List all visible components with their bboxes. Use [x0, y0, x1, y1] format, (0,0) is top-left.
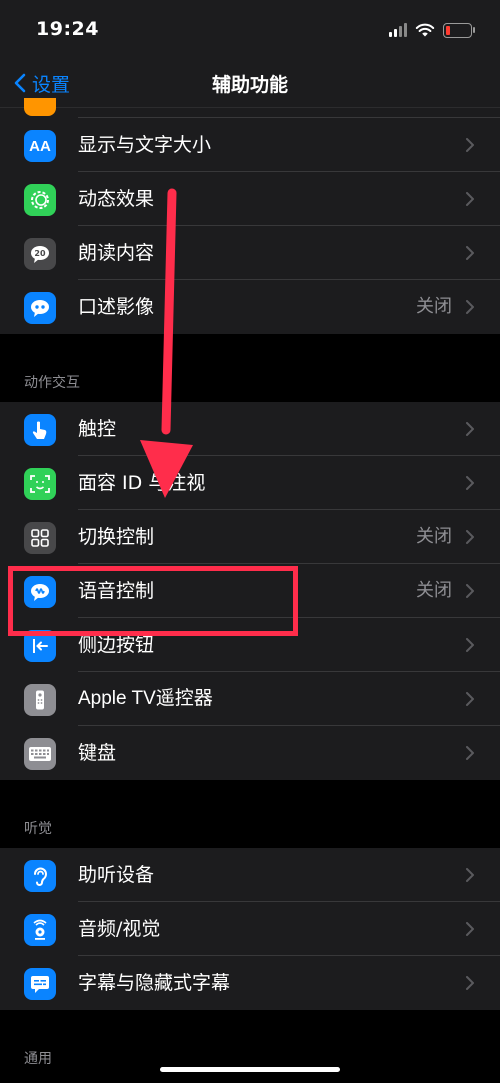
chevron-right-icon — [466, 868, 474, 882]
cellular-signal-icon — [389, 23, 407, 37]
wifi-icon — [415, 23, 435, 36]
list-item-label: Apple TV遥控器 — [78, 688, 213, 709]
list-item-partial — [0, 98, 500, 118]
ear-icon — [24, 860, 56, 892]
chevron-right-icon — [466, 922, 474, 936]
list-item-label: 切换控制 — [78, 526, 155, 548]
chevron-right-icon — [466, 746, 474, 760]
chevron-right-icon — [466, 300, 474, 314]
keyboard-icon — [24, 738, 56, 770]
status-icons — [389, 20, 475, 40]
list-item-label: 动态效果 — [78, 188, 155, 210]
navigation-bar: 设置 辅助功能 — [0, 60, 500, 108]
chevron-right-icon — [466, 584, 474, 598]
section-header-label: 动作交互 — [24, 375, 80, 391]
list-item-value: 关闭 — [416, 580, 452, 601]
page-title: 辅助功能 — [211, 74, 288, 96]
list-item-spoken-content[interactable]: 20 朗读内容 — [0, 226, 500, 280]
list-item-face-id[interactable]: 面容 ID 与注视 — [0, 456, 500, 510]
chevron-right-icon — [466, 976, 474, 990]
status-time: 19:24 — [36, 18, 99, 40]
list-item-audio-descriptions[interactable]: 口述影像 关闭 — [0, 280, 500, 334]
list-item-label: 助听设备 — [78, 864, 155, 886]
list-item-hearing-devices[interactable]: 助听设备 — [0, 848, 500, 902]
list-item-display-text-size[interactable]: AA 显示与文字大小 — [0, 118, 500, 172]
speaker-icon — [24, 914, 56, 946]
list-item-touch[interactable]: 触控 — [0, 402, 500, 456]
list-item-label: 面容 ID 与注视 — [78, 472, 206, 494]
list-item-label: 口述影像 — [78, 296, 155, 318]
list-item-label: 键盘 — [78, 742, 117, 764]
chevron-right-icon — [466, 638, 474, 652]
list-item-apple-tv-remote[interactable]: Apple TV遥控器 — [0, 672, 500, 726]
partial-icon — [24, 98, 56, 116]
section-header-hearing: 听觉 — [0, 780, 500, 848]
chevron-right-icon — [466, 246, 474, 260]
list-item-value: 关闭 — [416, 296, 452, 317]
motion-circle-icon — [24, 184, 56, 216]
battery-icon — [443, 22, 475, 38]
list-item-motion[interactable]: 动态效果 — [0, 172, 500, 226]
list-item-keyboard[interactable]: 键盘 — [0, 726, 500, 780]
list-item-value: 关闭 — [416, 526, 452, 547]
speech-bubble-icon: 20 — [24, 238, 56, 270]
quote-bubble-icon — [24, 292, 56, 324]
annotation-highlight-box — [8, 566, 298, 636]
vision-group: AA 显示与文字大小 动态效果 20 朗读内容 口述影像 关闭 — [0, 98, 500, 334]
remote-icon — [24, 684, 56, 716]
grid-icon — [24, 522, 56, 554]
home-indicator[interactable] — [160, 1067, 340, 1072]
chevron-right-icon — [466, 192, 474, 206]
list-item-label: 音频/视觉 — [78, 918, 161, 940]
list-item-subtitles[interactable]: 字幕与隐藏式字幕 — [0, 956, 500, 1010]
section-header-label: 通用 — [24, 1051, 52, 1067]
chevron-right-icon — [466, 692, 474, 706]
aa-text-icon: AA — [24, 130, 56, 162]
chevron-right-icon — [466, 422, 474, 436]
chevron-right-icon — [466, 138, 474, 152]
list-item-switch-control[interactable]: 切换控制 关闭 — [0, 510, 500, 564]
face-id-icon — [24, 468, 56, 500]
status-bar: 19:24 — [0, 0, 500, 60]
hearing-group: 助听设备 音频/视觉 字幕与隐藏式字幕 — [0, 848, 500, 1010]
list-item-label: 显示与文字大小 — [78, 134, 212, 156]
captions-icon — [24, 968, 56, 1000]
chevron-right-icon — [466, 530, 474, 544]
section-header-label: 听觉 — [24, 821, 52, 837]
list-item-label: 触控 — [78, 418, 117, 440]
svg-text:20: 20 — [34, 249, 46, 258]
list-item-label: 字幕与隐藏式字幕 — [78, 972, 231, 994]
hand-touch-icon — [24, 414, 56, 446]
chevron-right-icon — [466, 476, 474, 490]
list-item-label: 朗读内容 — [78, 242, 155, 264]
list-item-audio-visual[interactable]: 音频/视觉 — [0, 902, 500, 956]
section-header-interaction: 动作交互 — [0, 334, 500, 402]
